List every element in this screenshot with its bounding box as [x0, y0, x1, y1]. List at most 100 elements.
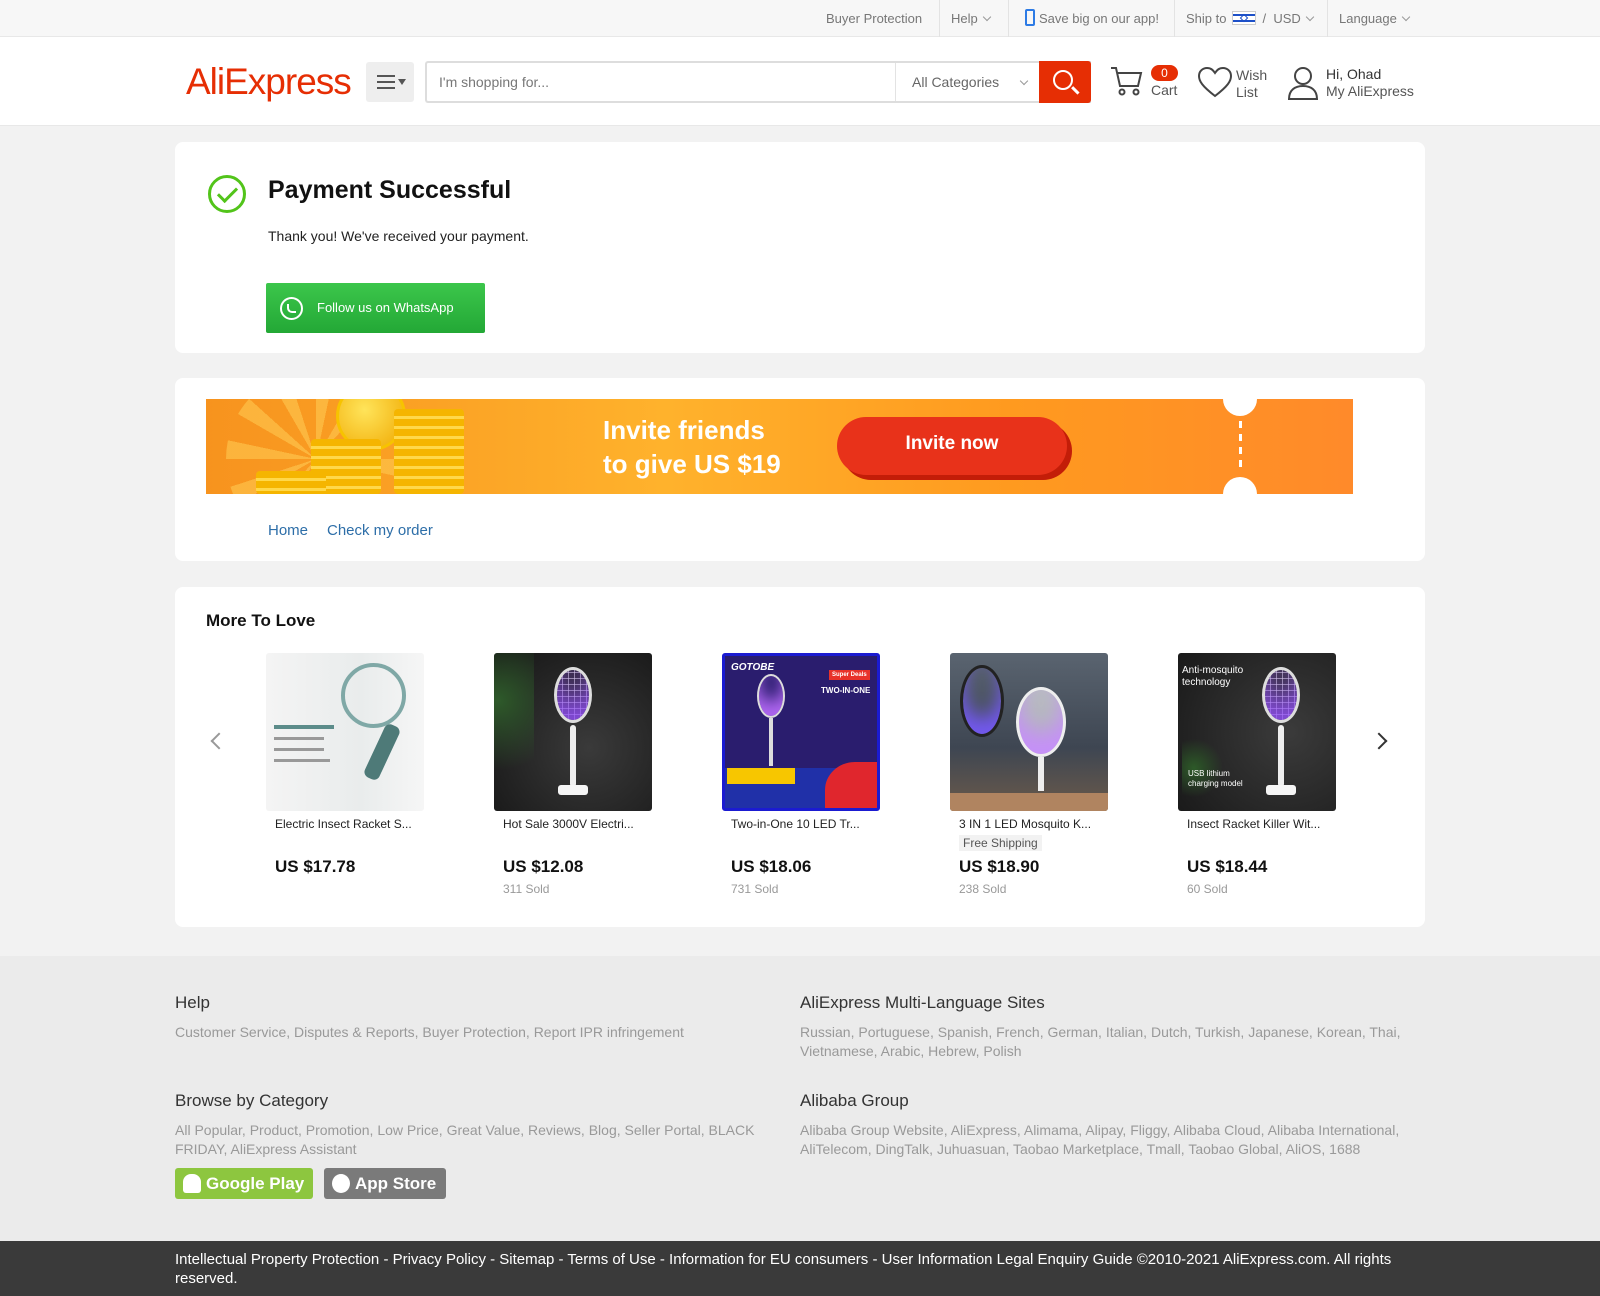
- categories-menu-button[interactable]: [366, 62, 414, 102]
- more-to-love-section: More To Love Electric Insect Racket S...…: [175, 587, 1425, 927]
- menu-icon: [377, 75, 395, 89]
- feature-list: [274, 725, 344, 775]
- search-input[interactable]: [439, 71, 869, 93]
- payment-message: Thank you! We've received your payment.: [268, 228, 529, 244]
- sold-count: 311 Sold: [503, 882, 550, 896]
- racket-base: [558, 785, 588, 795]
- user-icon[interactable]: [1288, 66, 1318, 100]
- search-box: All Categories: [425, 61, 1091, 103]
- cart-count-badge: 0: [1151, 65, 1178, 81]
- cart-label[interactable]: Cart: [1151, 82, 1177, 98]
- chevron-down-icon: [1401, 12, 1411, 22]
- buyer-protection-link[interactable]: Buyer Protection: [826, 0, 922, 37]
- product-image: Anti-mosquito technology USB lithium cha…: [1178, 653, 1336, 811]
- page-title: Payment Successful: [268, 176, 512, 204]
- invite-card: Invite friends to give US $19 Invite now…: [175, 378, 1425, 561]
- footer-help-links[interactable]: Customer Service, Disputes & Reports, Bu…: [175, 1023, 755, 1042]
- product-card[interactable]: Electric Insect Racket S... US $17.78: [266, 653, 456, 876]
- footer-multilanguage-links[interactable]: Russian, Portuguese, Spanish, French, Ge…: [800, 1023, 1410, 1061]
- coin-stack-icon: [394, 409, 464, 494]
- product-card[interactable]: GOTOBE Super Deals TWO-IN-ONE Two-in-One…: [722, 653, 912, 896]
- code-strip: [727, 768, 795, 784]
- chevron-down-icon: [982, 12, 991, 22]
- product-image: [950, 653, 1108, 811]
- legal-links[interactable]: Intellectual Property Protection - Priva…: [175, 1250, 1415, 1288]
- footer-alibaba-links[interactable]: Alibaba Group Website, AliExpress, Alima…: [800, 1121, 1410, 1159]
- invite-line-1: Invite friends: [603, 415, 765, 445]
- racket-handle: [769, 718, 773, 766]
- racket-shape: [960, 665, 1004, 737]
- check-order-link[interactable]: Check my order: [327, 522, 433, 539]
- category-select[interactable]: All Categories: [895, 63, 1041, 101]
- racket-shape: [757, 674, 785, 718]
- payment-status-card: Payment Successful Thank you! We've rece…: [175, 142, 1425, 353]
- ship-to-label: Ship to: [1186, 11, 1227, 26]
- cart-icon[interactable]: [1110, 65, 1144, 97]
- ticket-notch: [1223, 399, 1257, 416]
- product-name: Electric Insect Racket S...: [275, 817, 412, 831]
- search-icon: [1053, 70, 1073, 90]
- chevron-down-icon: [1305, 12, 1315, 22]
- plant-decoration: [494, 653, 534, 811]
- sold-count: 238 Sold: [959, 882, 1007, 896]
- app-label: Save big on our app!: [1039, 11, 1159, 26]
- racket-handle: [570, 725, 576, 787]
- aliexpress-logo[interactable]: AliExpress: [186, 61, 352, 103]
- android-icon: [183, 1174, 201, 1193]
- account-menu[interactable]: Hi, Ohad My AliExpress: [1326, 66, 1414, 100]
- google-play-label: Google Play: [206, 1174, 305, 1193]
- footer-alibaba-title: Alibaba Group: [800, 1091, 909, 1110]
- product-card[interactable]: Anti-mosquito technology USB lithium cha…: [1178, 653, 1368, 896]
- app-store-label: App Store: [355, 1174, 437, 1193]
- product-price: US $18.90: [959, 857, 1040, 876]
- follow-whatsapp-button[interactable]: Follow us on WhatsApp: [266, 283, 485, 333]
- my-aliexpress-link: My AliExpress: [1326, 83, 1414, 99]
- caret-down-icon: [398, 79, 406, 85]
- feature-caption: USB lithium charging model: [1188, 769, 1243, 788]
- language-selector[interactable]: Language: [1339, 0, 1411, 37]
- wish-list-link[interactable]: Wish List: [1236, 67, 1276, 101]
- brand-text: GOTOBE: [731, 662, 775, 673]
- currency-label: USD: [1273, 11, 1301, 26]
- divider: [1174, 0, 1175, 37]
- help-menu[interactable]: Help: [951, 0, 991, 37]
- heart-icon[interactable]: [1198, 67, 1232, 99]
- carousel-prev-icon[interactable]: [210, 732, 228, 750]
- racket-shape: [341, 663, 406, 728]
- app-download-link[interactable]: Save big on our app!: [1025, 0, 1159, 37]
- product-name: Insect Racket Killer Wit...: [1187, 817, 1321, 831]
- footer-multilanguage-title: AliExpress Multi-Language Sites: [800, 993, 1045, 1012]
- racket-handle: [362, 722, 402, 782]
- footer-browse-title: Browse by Category: [175, 1091, 329, 1110]
- ship-to-selector[interactable]: Ship to / USD: [1186, 0, 1315, 37]
- greeting-text: Hi, Ohad: [1326, 66, 1382, 82]
- category-select-label: All Categories: [912, 74, 1000, 90]
- racket-shape: [1262, 667, 1300, 723]
- invite-now-button[interactable]: Invite now: [837, 417, 1067, 475]
- divider: [1327, 0, 1328, 37]
- product-name: Hot Sale 3000V Electri...: [503, 817, 634, 831]
- app-store-button[interactable]: App Store: [324, 1168, 446, 1199]
- whatsapp-button-label: Follow us on WhatsApp: [317, 300, 454, 315]
- coin-stack-icon: [256, 471, 326, 494]
- product-name: 3 IN 1 LED Mosquito K...: [959, 817, 1092, 831]
- legal-bar: Intellectual Property Protection - Priva…: [0, 1241, 1600, 1296]
- google-play-button[interactable]: Google Play: [175, 1168, 313, 1199]
- table-surface: [950, 793, 1108, 811]
- home-link[interactable]: Home: [268, 522, 308, 539]
- footer-browse-links[interactable]: All Popular, Product, Promotion, Low Pri…: [175, 1121, 755, 1159]
- search-button[interactable]: [1039, 61, 1091, 103]
- invite-line-2: to give US $19: [603, 449, 781, 479]
- product-card[interactable]: 3 IN 1 LED Mosquito K... Free Shipping U…: [950, 653, 1140, 896]
- price-sticker: [825, 762, 877, 808]
- invite-friends-banner[interactable]: Invite friends to give US $19 Invite now: [206, 399, 1353, 494]
- israel-flag-icon: [1232, 11, 1257, 25]
- divider: [1008, 0, 1009, 37]
- product-price: US $17.78: [275, 857, 356, 876]
- carousel-next-icon[interactable]: [1370, 732, 1388, 750]
- top-bar: Buyer Protection Help Save big on our ap…: [0, 0, 1600, 37]
- product-image: GOTOBE Super Deals TWO-IN-ONE: [722, 653, 880, 811]
- product-card[interactable]: Hot Sale 3000V Electri... US $12.08 311 …: [494, 653, 684, 896]
- footer-help-title: Help: [175, 993, 210, 1012]
- phone-icon: [1025, 9, 1035, 26]
